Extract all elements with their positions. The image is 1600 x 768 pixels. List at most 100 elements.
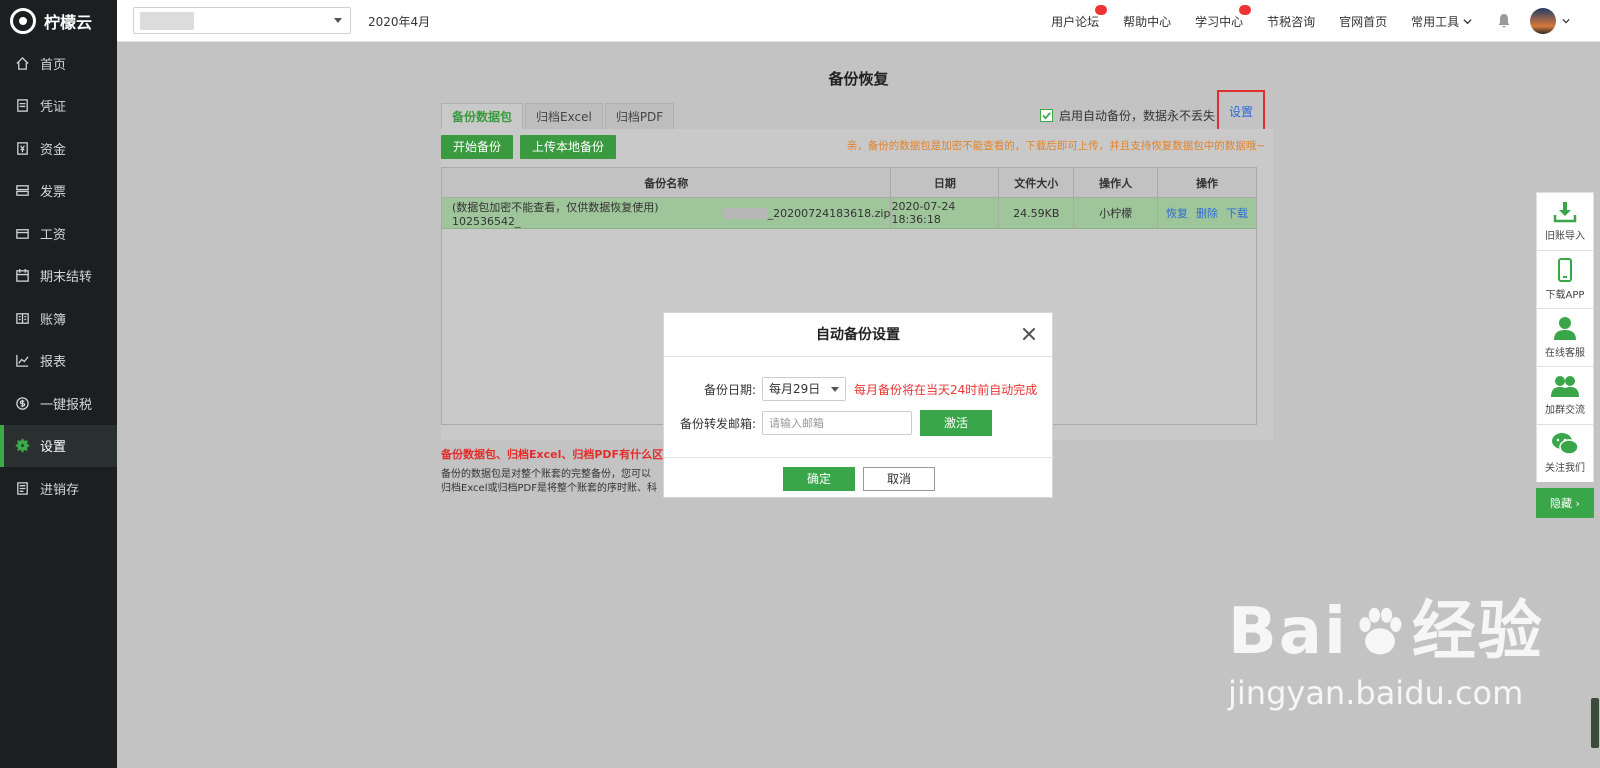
bell-icon[interactable]	[1496, 13, 1512, 29]
link-official-site[interactable]: 官网首页	[1339, 13, 1387, 30]
person-icon	[1554, 317, 1576, 340]
float-item-import[interactable]: 旧账导入	[1536, 192, 1594, 250]
float-item-label: 在线客服	[1545, 348, 1585, 359]
auto-backup-settings-link[interactable]: 设置	[1217, 90, 1265, 132]
link-help-center[interactable]: 帮助中心	[1123, 13, 1171, 30]
auto-backup-checkbox[interactable]	[1039, 109, 1053, 122]
float-item-label: 下载APP	[1545, 290, 1585, 301]
sidebar-item-label: 工资	[40, 227, 67, 243]
tab-archive-excel[interactable]: 归档Excel	[525, 103, 603, 129]
chevron-down-icon	[1463, 18, 1472, 24]
chevron-down-icon	[831, 387, 839, 392]
float-item-label: 旧账导入	[1545, 231, 1585, 242]
redacted-text	[722, 207, 768, 219]
sidebar-item-reports[interactable]: 报表	[0, 340, 117, 383]
chevron-down-icon	[334, 18, 342, 23]
link-learning-center[interactable]: 学习中心	[1195, 4, 1252, 30]
hot-badge-icon	[1095, 4, 1108, 15]
float-item-download-app[interactable]: 下载APP	[1536, 250, 1594, 308]
tax-icon	[14, 395, 30, 411]
float-item-label: 关注我们	[1545, 463, 1585, 474]
top-links: 用户论坛 帮助中心 学习中心 节税咨询 官网首页 常用工具	[1051, 0, 1600, 42]
hide-toolbar-button[interactable]: 隐藏 ›	[1536, 488, 1594, 518]
download-link[interactable]: 下载	[1226, 205, 1248, 221]
avatar[interactable]	[1530, 8, 1556, 34]
auto-backup-option: 启用自动备份，数据永不丢失	[1039, 107, 1215, 124]
sidebar-item-settings[interactable]: 设置	[0, 424, 117, 467]
voucher-icon	[14, 98, 30, 114]
sidebar-item-tax[interactable]: 一键报税	[0, 382, 117, 425]
link-label: 学习中心	[1195, 14, 1244, 29]
fund-icon	[14, 140, 30, 156]
company-select[interactable]	[133, 7, 351, 34]
company-name-redacted	[140, 12, 194, 30]
backup-operator-cell: 小柠檬	[1074, 198, 1159, 228]
faq-line: 备份的数据包是对整个账套的完整备份，您可以	[441, 469, 651, 480]
sidebar-item-salary[interactable]: 工资	[0, 212, 117, 255]
chevron-down-icon[interactable]	[1562, 17, 1570, 25]
table-header: 备份名称 日期 文件大小 操作人 操作	[442, 168, 1256, 198]
confirm-button[interactable]: 确定	[783, 466, 855, 491]
tab-backup-package[interactable]: 备份数据包	[441, 103, 524, 129]
sidebar-item-invoice[interactable]: 发票	[0, 170, 117, 213]
watermark-brand-text: Bai	[1228, 595, 1348, 669]
backup-name-prefix: (数据包加密不能查看，仅供数据恢复使用) 102536542_	[452, 200, 659, 228]
faq-title: 备份数据包、归档Excel、归档PDF有什么区别?	[441, 448, 681, 461]
app-name: 柠檬云	[44, 13, 93, 32]
salary-icon	[14, 225, 30, 241]
email-row: 备份转发邮箱: 激活	[664, 410, 992, 436]
column-header: 文件大小	[999, 168, 1075, 197]
app-logo[interactable]: 柠檬云	[0, 0, 117, 42]
backup-actions-cell: 恢复 删除 下载	[1158, 198, 1256, 228]
sidebar-item-label: 账簿	[40, 312, 67, 328]
email-field[interactable]	[762, 411, 912, 435]
dialog-title: 自动备份设置	[816, 327, 900, 343]
sidebar-item-fund[interactable]: 资金	[0, 127, 117, 170]
cancel-button[interactable]: 取消	[863, 466, 935, 491]
invoice-icon	[14, 183, 30, 199]
link-user-forum[interactable]: 用户论坛	[1051, 4, 1108, 30]
dialog-footer: 确定 取消	[664, 457, 1054, 499]
close-icon[interactable]	[1020, 325, 1038, 343]
sidebar-item-voucher[interactable]: 凭证	[0, 85, 117, 128]
link-label: 常用工具	[1411, 14, 1460, 29]
link-label: 用户论坛	[1051, 14, 1100, 29]
link-common-tools[interactable]: 常用工具	[1411, 13, 1472, 30]
sidebar-item-label: 设置	[40, 440, 67, 456]
upload-local-backup-button[interactable]: 上传本地备份	[520, 135, 617, 159]
backup-date-row: 备份日期: 每月29日 每月备份将在当天24时前自动完成	[664, 377, 1037, 401]
top-bar: 2020年4月 用户论坛 帮助中心 学习中心 节税咨询 官网首页 常用工具	[117, 0, 1600, 42]
column-header: 日期	[891, 168, 1000, 197]
scroll-indicator[interactable]	[1591, 698, 1599, 748]
table-row[interactable]: (数据包加密不能查看，仅供数据恢复使用) 102536542_ _20200724…	[442, 198, 1256, 229]
float-item-group[interactable]: 加群交流	[1536, 366, 1594, 424]
backup-date-cell: 2020-07-24 18:36:18	[891, 198, 1000, 228]
backup-notice: 亲，备份的数据包是加密不能查看的，下载后即可上传，并且支持恢复数据包中的数据哦~	[846, 140, 1265, 152]
hot-badge-icon	[1239, 4, 1252, 15]
tab-archive-pdf[interactable]: 归档PDF	[604, 103, 675, 129]
activate-button[interactable]: 激活	[920, 410, 992, 436]
link-tax-consult[interactable]: 节税咨询	[1267, 13, 1315, 30]
sidebar: 柠檬云 首页 凭证 资金 发票 工资 期末结转 账簿 报表 一键报税 设置 进销…	[0, 0, 117, 768]
sidebar-item-ledger[interactable]: 账簿	[0, 297, 117, 340]
sidebar-item-label: 一键报税	[40, 397, 93, 413]
backup-name-cell: (数据包加密不能查看，仅供数据恢复使用) 102536542_ _20200724…	[442, 198, 892, 228]
start-backup-button[interactable]: 开始备份	[441, 135, 514, 159]
float-item-follow[interactable]: 关注我们	[1536, 424, 1594, 482]
baidu-jingyan-watermark: Bai 经验 jingyan.baidu.com	[1228, 600, 1544, 712]
sidebar-item-label: 资金	[40, 142, 67, 158]
sidebar-item-period-close[interactable]: 期末结转	[0, 255, 117, 298]
backup-date-select[interactable]: 每月29日	[762, 377, 846, 401]
chart-icon	[14, 353, 30, 369]
page-title: 备份恢复	[828, 70, 889, 88]
book-icon	[14, 310, 30, 326]
phone-icon	[1558, 258, 1572, 282]
sidebar-item-home[interactable]: 首页	[0, 42, 117, 85]
restore-link[interactable]: 恢复	[1166, 205, 1188, 221]
backup-date-label: 备份日期:	[703, 382, 756, 397]
sidebar-item-label: 进销存	[40, 482, 80, 498]
watermark-brand: Bai 经验	[1228, 600, 1544, 664]
float-item-support[interactable]: 在线客服	[1536, 308, 1594, 366]
sidebar-item-inventory[interactable]: 进销存	[0, 467, 117, 510]
delete-link[interactable]: 删除	[1196, 205, 1218, 221]
